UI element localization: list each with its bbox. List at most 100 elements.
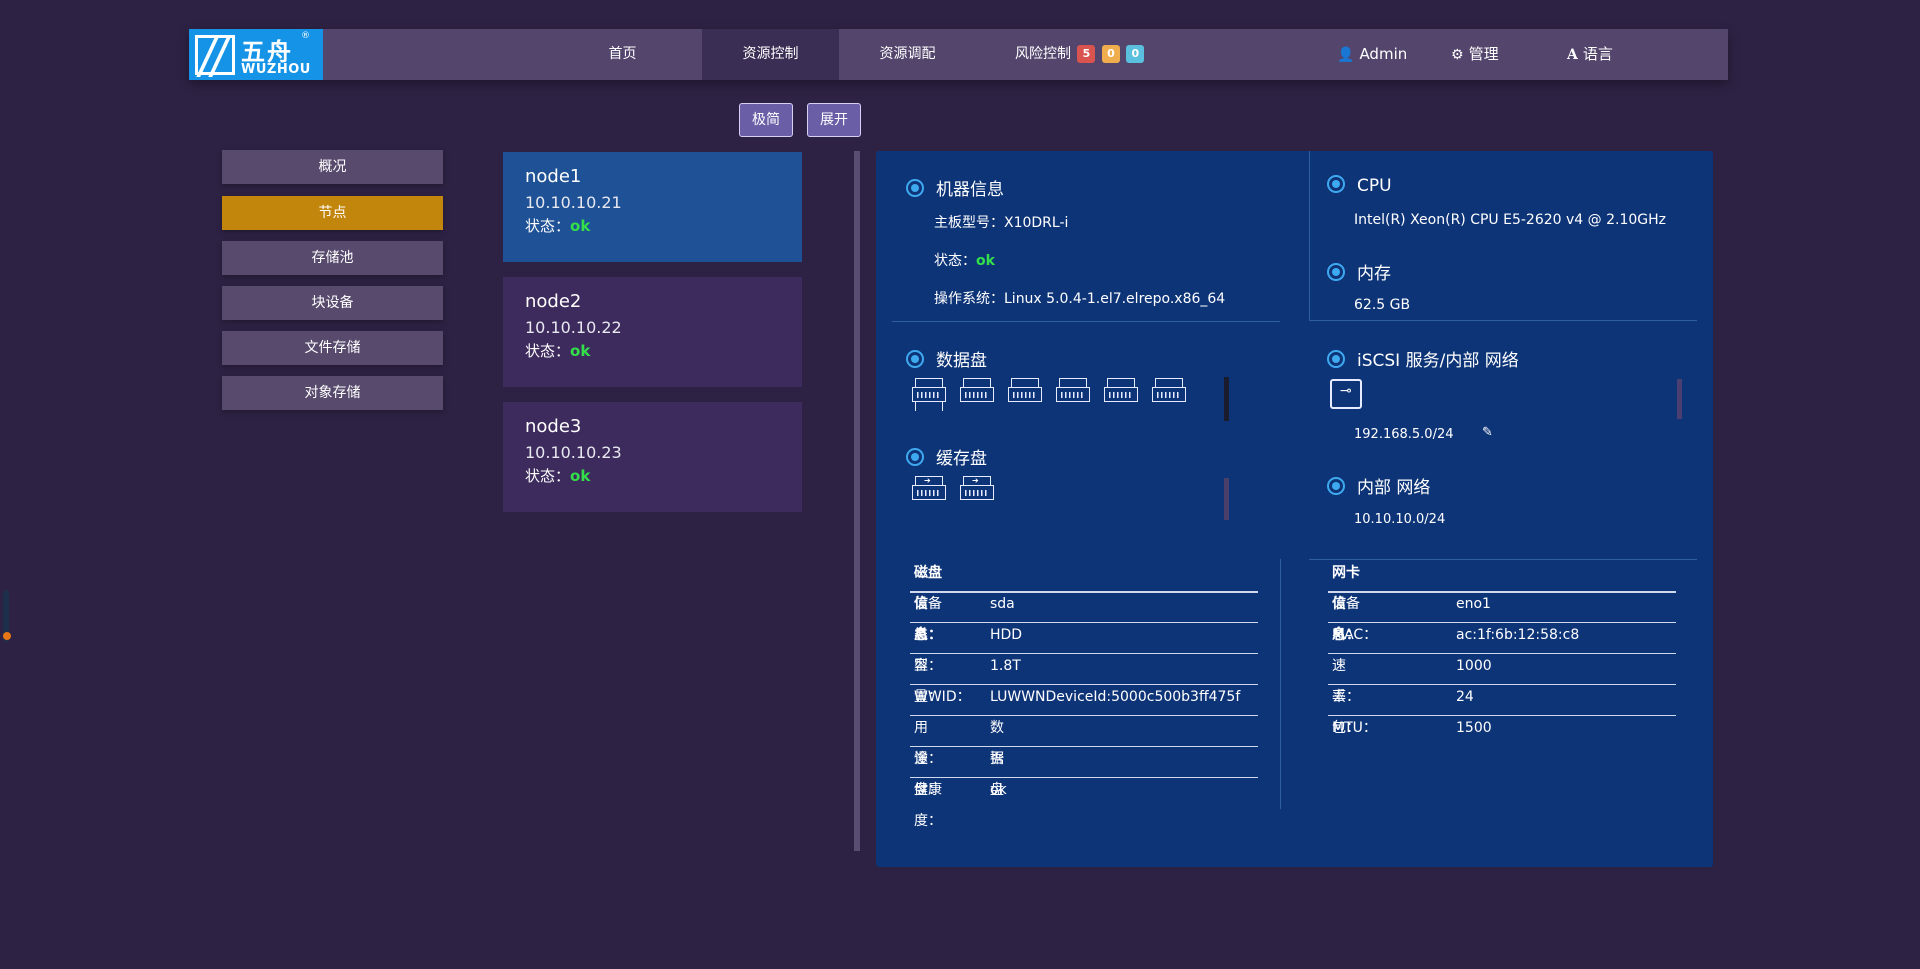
node-card[interactable]: node2 10.10.10.22 状态：ok	[503, 277, 802, 387]
nav-home[interactable]: 首页	[559, 29, 686, 80]
hard-disk-icon[interactable]	[1008, 378, 1042, 404]
brand-logo[interactable]: 五舟 ® WUZHOU	[189, 29, 323, 80]
divider	[910, 746, 1258, 747]
cpu-title-text: CPU	[1357, 176, 1392, 196]
hard-disk-icon[interactable]	[912, 401, 946, 415]
memory-title-text: 内存	[1357, 264, 1391, 284]
machine-info-title-text: 机器信息	[936, 180, 1004, 200]
radio-dot-icon	[906, 179, 924, 197]
nav-risk-control[interactable]: 风险控制 5 0 0	[1015, 29, 1155, 80]
iscsi-network: 192.168.5.0/24	[1354, 427, 1454, 442]
node-status: 状态：ok	[525, 465, 780, 486]
hard-disk-icon[interactable]	[1152, 378, 1186, 404]
machine-status: 状态：ok	[934, 250, 995, 270]
network-card-icon[interactable]	[1330, 379, 1362, 409]
internal-network-title: 内部 网络	[1327, 473, 1430, 498]
top-navbar: 五舟 ® WUZHOU 首页 资源控制 资源调配 风险控制 5 0 0 👤 Adm…	[189, 29, 1728, 80]
row-value: sda	[990, 596, 1015, 612]
risk-badge-low: 0	[1126, 45, 1145, 63]
divider	[1309, 151, 1310, 321]
row-key: 健康度：	[914, 782, 942, 829]
expand-view-button[interactable]: 展开	[807, 103, 861, 137]
node-list-scrollbar[interactable]	[854, 151, 860, 851]
brand-en: WUZHOU	[241, 62, 311, 77]
node-status-label: 状态：	[525, 467, 571, 485]
gear-icon: ⚙	[1451, 47, 1464, 63]
cache-disk-icon[interactable]: ➔	[960, 476, 994, 502]
row-value: eno1	[1456, 596, 1491, 612]
row-key: MTU：	[1332, 720, 1377, 736]
user-menu[interactable]: 👤 Admin	[1337, 29, 1407, 80]
data-disk-scrollbar[interactable]	[1224, 377, 1229, 421]
node-status-label: 状态：	[525, 217, 571, 235]
divider	[910, 715, 1258, 716]
iscsi-title: iSCSI 服务/内部 网络	[1327, 346, 1519, 371]
cache-disk-scrollbar[interactable]	[1224, 478, 1229, 520]
node-status-value: ok	[570, 342, 591, 360]
row-key: WWID：	[914, 689, 971, 705]
divider	[1328, 591, 1676, 593]
sidebar-item-block-device[interactable]: 块设备	[222, 286, 443, 320]
sidebar-item-file-storage[interactable]: 文件存储	[222, 331, 443, 365]
divider	[1280, 559, 1281, 809]
data-disk-title-text: 数据盘	[936, 351, 987, 371]
hard-disk-icon[interactable]	[1056, 378, 1090, 404]
divider	[910, 653, 1258, 654]
row-value: 24	[1456, 689, 1474, 705]
cache-disk-title: 缓存盘	[906, 444, 987, 469]
node-status-value: ok	[570, 217, 591, 235]
iscsi-scrollbar[interactable]	[1677, 379, 1682, 419]
row-value: ok	[990, 782, 1007, 798]
manage-menu[interactable]: ⚙ 管理	[1451, 29, 1499, 80]
node-name: node2	[525, 291, 582, 312]
node-name: node3	[525, 416, 582, 437]
sidebar-item-overview[interactable]: 概况	[222, 150, 443, 184]
nav-resource-control-label: 资源控制	[742, 46, 799, 62]
hard-disk-icon[interactable]	[1104, 378, 1138, 404]
internal-network: 10.10.10.0/24	[1354, 512, 1446, 527]
compact-view-button[interactable]: 极简	[739, 103, 793, 137]
row-key: MAC：	[1332, 627, 1378, 643]
risk-badge-medium: 0	[1101, 45, 1120, 63]
sidebar-item-object-storage[interactable]: 对象存储	[222, 376, 443, 410]
machine-status-label: 状态：	[934, 253, 976, 269]
sidebar-item-nodes[interactable]: 节点	[222, 196, 443, 230]
radio-dot-icon	[1327, 263, 1345, 281]
manage-label: 管理	[1468, 45, 1499, 63]
cache-disk-title-text: 缓存盘	[936, 449, 987, 469]
edit-icon[interactable]: ✎	[1482, 425, 1493, 440]
machine-info-title: 机器信息	[906, 175, 1004, 200]
nav-risk-control-label: 风险控制	[1015, 46, 1071, 62]
side-slider-handle[interactable]	[3, 590, 11, 642]
nav-resource-control[interactable]: 资源控制	[702, 29, 839, 80]
node-name: node1	[525, 166, 582, 187]
user-label: Admin	[1359, 45, 1408, 63]
node-status-label: 状态：	[525, 342, 571, 360]
node-status: 状态：ok	[525, 340, 780, 361]
iscsi-title-text: iSCSI 服务/内部 网络	[1357, 351, 1519, 371]
radio-dot-icon	[906, 448, 924, 466]
nav-resource-allocation[interactable]: 资源调配	[839, 29, 976, 80]
node-card[interactable]: node1 10.10.10.21 状态：ok	[503, 152, 802, 262]
cpu-title: CPU	[1327, 175, 1392, 196]
internal-network-title-text: 内部 网络	[1357, 478, 1431, 498]
row-value: LUWWNDeviceId:5000c500b3ff475f	[990, 689, 1241, 705]
divider	[910, 591, 1258, 593]
cache-disk-icon[interactable]: ➔	[912, 476, 946, 502]
language-menu[interactable]: A 语言	[1567, 29, 1613, 80]
divider	[1309, 320, 1697, 321]
node-status-value: ok	[570, 467, 591, 485]
sidebar-item-storage-pool[interactable]: 存储池	[222, 241, 443, 275]
divider	[1328, 715, 1676, 716]
memory-size: 62.5 GB	[1354, 297, 1411, 313]
hard-disk-icon[interactable]	[960, 378, 994, 404]
logo-mark-icon	[195, 35, 235, 75]
board-model: 主板型号：X10DRL-i	[934, 215, 1069, 231]
row-value: HDD	[990, 627, 1023, 643]
data-disk-title: 数据盘	[906, 346, 987, 371]
row-value: 1500	[1456, 720, 1492, 736]
node-card[interactable]: node3 10.10.10.23 状态：ok	[503, 402, 802, 512]
memory-title: 内存	[1327, 259, 1391, 284]
node-ip: 10.10.10.22	[525, 318, 622, 337]
node-ip: 10.10.10.21	[525, 193, 622, 212]
